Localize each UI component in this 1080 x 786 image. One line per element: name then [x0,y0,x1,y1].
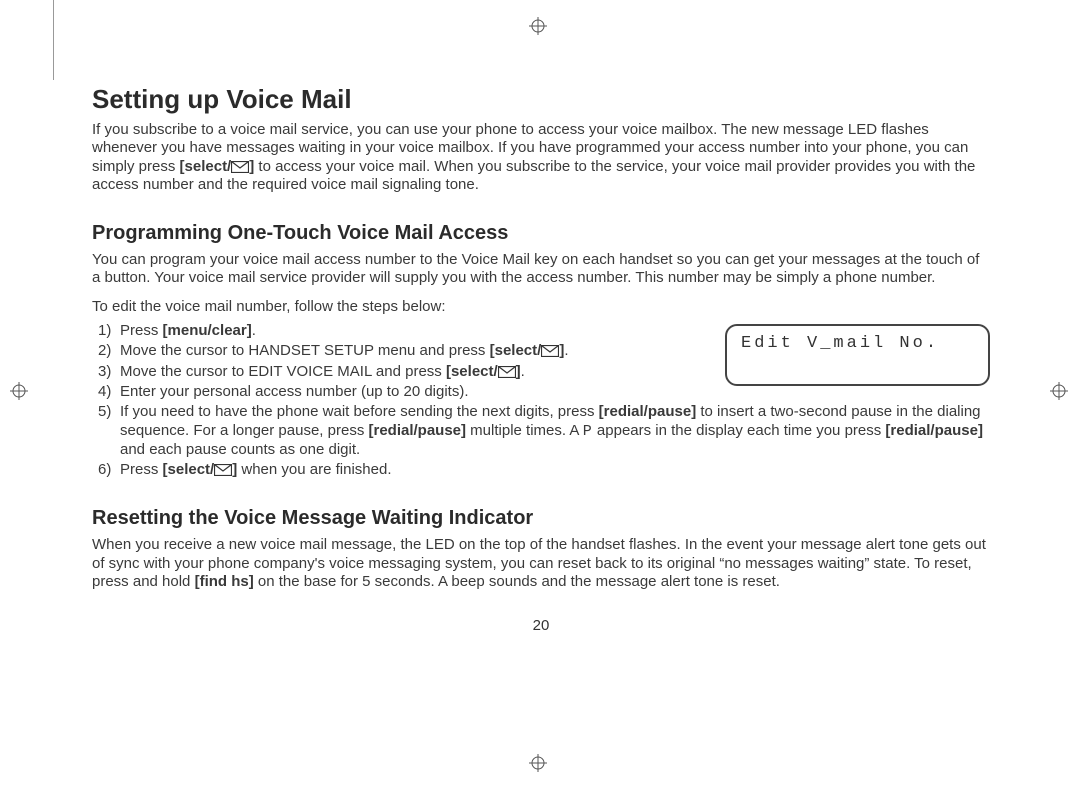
redialpause-key: [redial/pause] [599,403,697,420]
select-key: [select/] [163,461,238,478]
text: [select/ [180,158,232,175]
list-item: Enter your personal access number (up to… [92,383,707,401]
redialpause-key: [redial/pause] [885,422,983,439]
text: on the base for 5 seconds. A beep sounds… [254,573,780,590]
intro-paragraph: If you subscribe to a voice mail service… [92,121,990,194]
list-item: Press [menu/clear]. [92,322,707,340]
text: . [252,322,256,339]
programming-intro: You can program your voice mail access n… [92,251,990,288]
registration-mark-icon [529,17,547,35]
registration-mark-icon [529,754,547,772]
text: If you need to have the phone wait befor… [120,403,599,420]
steps-column: Press [menu/clear]. Move the cursor to H… [92,322,707,403]
text: Press [120,322,163,339]
crop-line [53,0,54,80]
steps-row: Press [menu/clear]. Move the cursor to H… [92,322,990,403]
section-heading-programming: Programming One-Touch Voice Mail Access [92,222,990,245]
envelope-icon [214,463,232,475]
select-key: [select/] [446,363,521,380]
programming-follow: To edit the voice mail number, follow th… [92,298,990,316]
text: appears in the display each time you pre… [593,422,886,439]
reset-paragraph: When you receive a new voice mail messag… [92,536,990,591]
envelope-icon [231,160,249,172]
text: . [564,342,568,359]
findhs-key: [find hs] [195,573,254,590]
list-item: Move the cursor to HANDSET SETUP menu an… [92,342,707,360]
select-key: [select/] [180,158,255,175]
envelope-icon [541,344,559,356]
registration-mark-icon [1050,382,1068,400]
registration-mark-icon [10,382,28,400]
p-glyph: P [583,423,593,440]
text: when you are finished. [237,461,391,478]
list-item: If you need to have the phone wait befor… [92,403,990,459]
text: Move the cursor to HANDSET SETUP menu an… [120,342,490,359]
text: and each pause counts as one digit. [120,441,360,458]
text: multiple times. A [466,422,583,439]
lcd-display: Edit V_mail No. [725,324,990,386]
text: Move the cursor to EDIT VOICE MAIL and p… [120,363,446,380]
text: [select/ [163,461,215,478]
list-item: Move the cursor to EDIT VOICE MAIL and p… [92,363,707,381]
text: [select/ [490,342,542,359]
page-title: Setting up Voice Mail [92,84,990,115]
page-number: 20 [92,617,990,634]
section-heading-resetting: Resetting the Voice Message Waiting Indi… [92,507,990,530]
list-item: Press [select/] when you are finished. [92,461,990,479]
envelope-icon [498,365,516,377]
text: . [521,363,525,380]
page-content: Setting up Voice Mail If you subscribe t… [0,0,1080,674]
menuclear-key: [menu/clear] [163,322,252,339]
steps-list: Press [menu/clear]. Move the cursor to H… [92,322,707,401]
select-key: [select/] [490,342,565,359]
steps-list-continued: If you need to have the phone wait befor… [92,403,990,479]
text: [select/ [446,363,498,380]
text: Press [120,461,163,478]
lcd-text: Edit V_mail No. [741,334,939,353]
redialpause-key: [redial/pause] [368,422,466,439]
